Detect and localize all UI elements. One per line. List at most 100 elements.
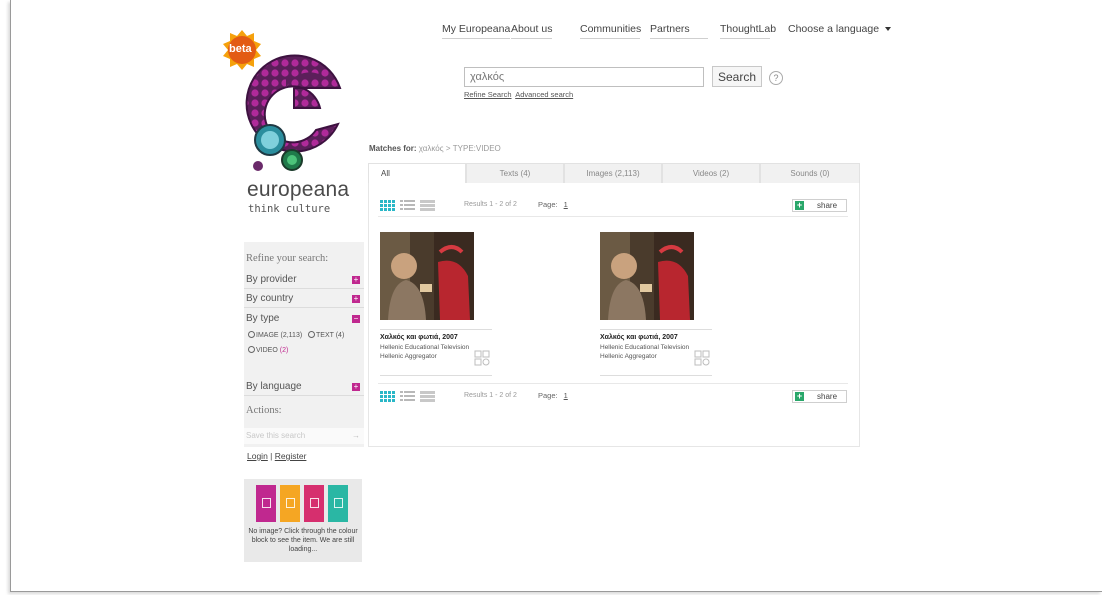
colour-block-panel: No image? Click through the colour block… <box>244 479 362 562</box>
matches-query[interactable]: χαλκός <box>419 144 444 153</box>
page-number-link[interactable]: 1 <box>564 200 568 209</box>
result-provider: Hellenic Educational Television <box>600 344 690 351</box>
language-selector[interactable]: Choose a language <box>788 23 892 39</box>
brand-name: europeana <box>247 178 350 201</box>
result-card[interactable]: Χαλκός και φωτιά, 2007 Hellenic Educatio… <box>380 232 492 377</box>
result-title[interactable]: Χαλκός και φωτιά, 2007 <box>380 334 458 341</box>
result-thumbnail[interactable] <box>380 232 474 320</box>
search-links: Refine Search Advanced search <box>464 90 575 99</box>
result-title[interactable]: Χαλκός και φωτιά, 2007 <box>600 334 678 341</box>
result-tabs: All Texts (4) Images (2,113) Videos (2) … <box>368 163 860 183</box>
nav-partners[interactable]: Partners <box>650 23 708 39</box>
beta-badge: beta <box>229 43 252 55</box>
tab-sounds[interactable]: Sounds (0) <box>760 163 860 183</box>
nav-communities[interactable]: Communities <box>580 23 641 39</box>
share-button[interactable]: + share <box>792 199 847 212</box>
expand-plus-icon[interactable]: + <box>352 276 360 284</box>
radio-icon <box>248 346 255 353</box>
results-count: Results 1 - 2 of 2 <box>464 392 517 399</box>
save-search-action[interactable]: Save this search → <box>244 428 364 444</box>
share-button[interactable]: + share <box>792 390 847 403</box>
detail-view-icon[interactable] <box>420 391 435 402</box>
login-register: Login | Register <box>247 451 306 461</box>
sound-icon <box>310 498 319 508</box>
facet-label: By language <box>246 381 302 392</box>
video-colour-block[interactable] <box>328 485 348 522</box>
sound-colour-block[interactable] <box>304 485 324 522</box>
expand-plus-icon[interactable]: + <box>352 295 360 303</box>
list-view-icon[interactable] <box>400 391 415 402</box>
facet-by-type[interactable]: By type − <box>244 310 364 328</box>
result-card[interactable]: Χαλκός και φωτιά, 2007 Hellenic Educatio… <box>600 232 712 377</box>
colour-block-hint: No image? Click through the colour block… <box>248 528 358 553</box>
page-number-link[interactable]: 1 <box>564 391 568 400</box>
europeana-logo[interactable]: beta <box>220 28 360 178</box>
list-view-icon[interactable] <box>400 200 415 211</box>
nav-about-us[interactable]: About us <box>511 23 553 39</box>
help-icon[interactable]: ? <box>769 71 783 85</box>
tab-videos[interactable]: Videos (2) <box>662 163 760 183</box>
refine-search-link[interactable]: Refine Search <box>464 90 512 99</box>
pagination: Page: 1 <box>538 200 568 209</box>
grid-view-icon[interactable] <box>380 391 395 402</box>
type-options-row2: VIDEO (2) <box>248 346 288 354</box>
video-type-icon <box>474 350 490 366</box>
document-icon <box>262 498 271 508</box>
brand[interactable]: europeana think culture <box>247 178 357 216</box>
page-label: Page: <box>538 391 558 400</box>
type-option-image[interactable]: IMAGE (2,113) <box>248 331 302 339</box>
type-option-text[interactable]: TEXT (4) <box>308 331 345 339</box>
detail-view-icon[interactable] <box>420 200 435 211</box>
tab-images[interactable]: Images (2,113) <box>564 163 662 183</box>
card-divider <box>600 329 712 330</box>
result-aggregator: Hellenic Aggregator <box>380 353 437 360</box>
type-options: IMAGE (2,113) TEXT (4) <box>248 331 344 339</box>
tab-all[interactable]: All <box>368 163 466 183</box>
results-bar-top: Results 1 - 2 of 2 Page: 1 + share <box>378 193 848 217</box>
results-count: Results 1 - 2 of 2 <box>464 201 517 208</box>
result-thumbnail[interactable] <box>600 232 694 320</box>
collapse-minus-icon[interactable]: − <box>352 315 360 323</box>
video-still-image <box>380 232 474 320</box>
video-still-image <box>600 232 694 320</box>
type-option-video[interactable]: VIDEO (2) <box>248 346 289 354</box>
nav-my-europeana[interactable]: My Europeana <box>442 23 511 39</box>
share-label: share <box>817 201 838 210</box>
search-button[interactable]: Search <box>712 66 762 87</box>
card-divider-bottom <box>600 375 712 376</box>
type-video-count: (2) <box>279 347 289 354</box>
login-link[interactable]: Login <box>247 451 268 461</box>
facet-by-provider[interactable]: By provider + <box>244 271 364 289</box>
matches-label: Matches for: <box>369 144 417 153</box>
page-label: Page: <box>538 200 558 209</box>
refine-heading: Refine your search: <box>246 253 329 264</box>
facet-label: By type <box>246 313 280 324</box>
expand-plus-icon[interactable]: + <box>352 383 360 391</box>
card-divider-bottom <box>380 375 492 376</box>
actions-heading: Actions: <box>246 405 282 416</box>
chevron-down-icon <box>885 27 892 32</box>
grid-view-icon[interactable] <box>380 200 395 211</box>
facet-by-language[interactable]: By language + <box>244 378 364 396</box>
language-selector-label: Choose a language <box>788 23 880 35</box>
search-input[interactable] <box>464 67 704 87</box>
register-link[interactable]: Register <box>275 451 307 461</box>
facet-label: By country <box>246 293 294 304</box>
type-text-label: TEXT (4) <box>316 332 345 339</box>
plus-icon: + <box>795 391 804 401</box>
radio-icon <box>248 331 255 338</box>
advanced-search-link[interactable]: Advanced search <box>515 90 573 99</box>
nav-thoughtlab[interactable]: ThoughtLab <box>720 23 776 39</box>
share-label: share <box>817 392 838 401</box>
matches-filter: > TYPE:VIDEO <box>445 144 501 153</box>
facet-by-country[interactable]: By country + <box>244 290 364 308</box>
arrow-right-icon: → <box>352 431 360 440</box>
login-separator: | <box>267 451 275 461</box>
radio-icon <box>308 331 316 338</box>
brand-tagline: think culture <box>248 203 331 215</box>
matches-breadcrumb: Matches for: χαλκός > TYPE:VIDEO <box>369 144 501 153</box>
text-colour-block[interactable] <box>256 485 276 522</box>
tab-texts[interactable]: Texts (4) <box>466 163 564 183</box>
card-divider <box>380 329 492 330</box>
image-colour-block[interactable] <box>280 485 300 522</box>
